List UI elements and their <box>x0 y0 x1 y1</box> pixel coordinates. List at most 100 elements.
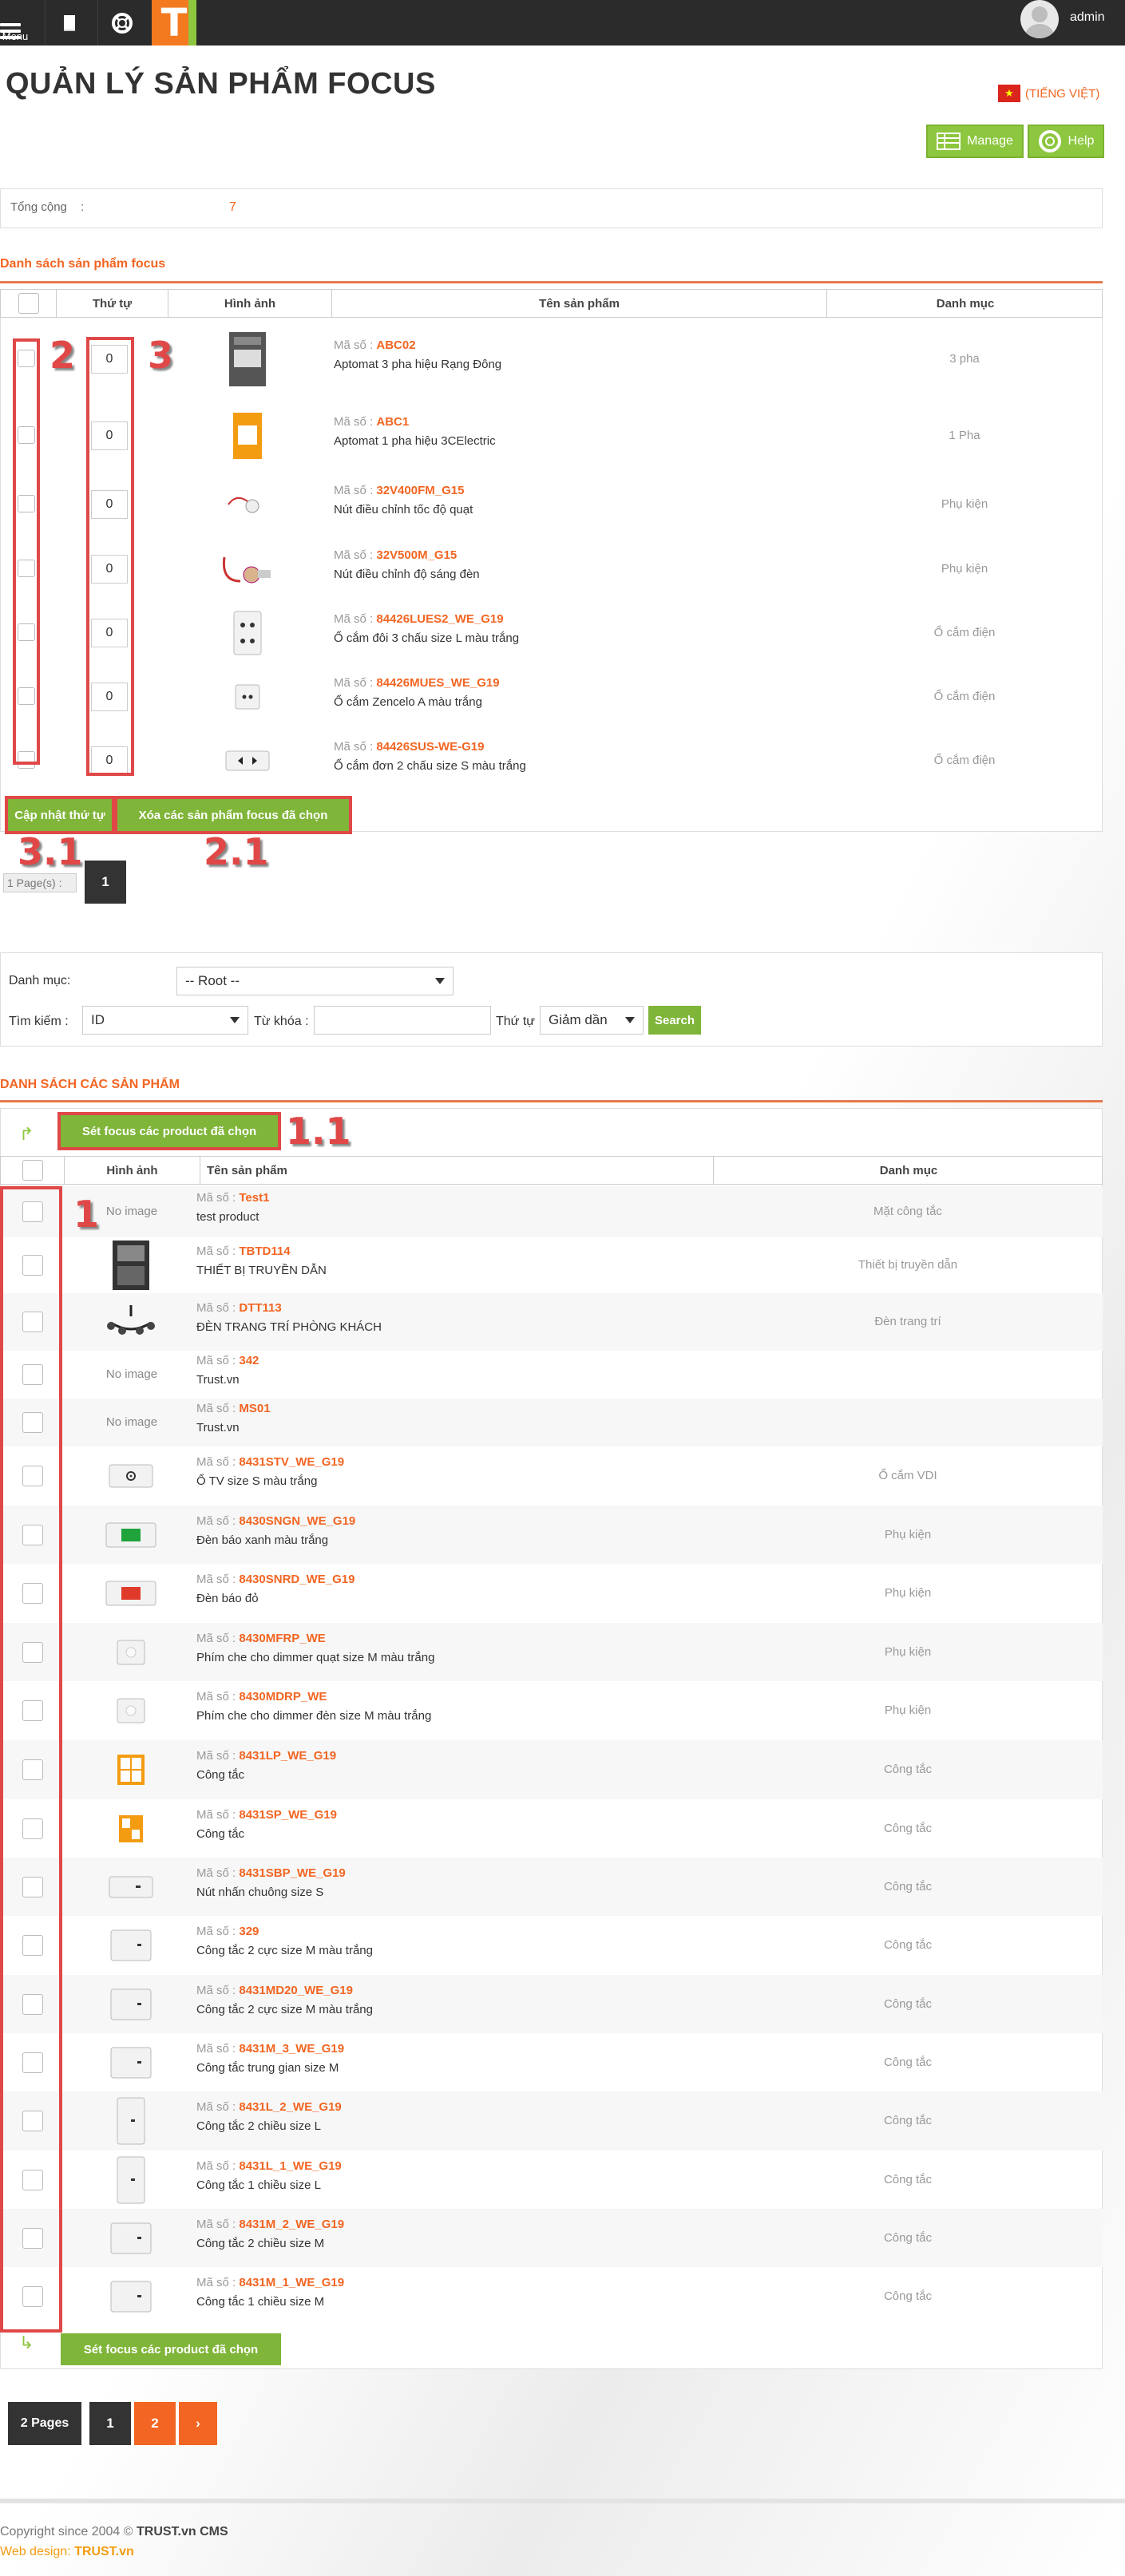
product-name: Nút điều chỉnh tốc độ quạt <box>334 503 473 516</box>
product-name: Aptomat 1 pha hiệu 3CElectric <box>334 434 496 448</box>
set-focus-button-bottom[interactable]: Sét focus các product đã chọn <box>61 2333 281 2365</box>
product-code-link[interactable]: 8431SP_WE_G19 <box>239 1808 337 1822</box>
product-code-link[interactable]: 32V400FM_G15 <box>376 484 464 497</box>
avatar[interactable] <box>1020 0 1059 38</box>
product-name: Nút điều chỉnh độ sáng đèn <box>334 568 480 581</box>
product-name: Ổ cắm đôi 3 chấu size L màu trắng <box>334 631 520 645</box>
page-2-button[interactable]: 2 <box>134 2402 176 2445</box>
product-name: Công tắc trung gian size M <box>196 2060 339 2075</box>
menu-button[interactable]: Menu <box>0 0 35 46</box>
order-select[interactable]: Giảm dần <box>540 1006 644 1035</box>
code-prefix: Mã số : <box>196 2217 236 2231</box>
focus-pages-label: 1 Page(s) : <box>3 873 77 892</box>
username[interactable]: admin <box>1070 10 1105 25</box>
col-category: Danh mục <box>936 296 995 311</box>
product-name: Nút nhấn chuông size S <box>196 1885 324 1899</box>
next-page-button[interactable]: › <box>179 2402 217 2445</box>
search-label: Tìm kiếm : <box>9 1015 69 1028</box>
product-name: Công tắc 2 chiều size L <box>196 2119 321 2133</box>
category-select[interactable]: -- Root -- <box>176 967 454 995</box>
search-button[interactable]: Search <box>648 1006 701 1035</box>
product-name: Ổ cắm Zencelo A màu trắng <box>334 695 482 709</box>
annotation-box-2-1 <box>114 796 352 834</box>
tall-switch-icon <box>99 2095 163 2147</box>
no-image-placeholder: No image <box>105 1367 158 1381</box>
product-code-link[interactable]: 8431L_2_WE_G19 <box>239 2100 341 2114</box>
product-category: Công tắc <box>883 2114 933 2127</box>
breaker-1-pole-icon <box>216 410 279 461</box>
product-code-link[interactable]: 8430SNRD_WE_G19 <box>239 1573 355 1586</box>
product-code-link[interactable]: 8430MFRP_WE <box>239 1632 325 1645</box>
code-prefix: Mã số : <box>196 2041 236 2056</box>
language-selector[interactable]: ★ (TIẾNG VIỆT) <box>998 85 1099 102</box>
product-name: Trust.vn <box>196 1421 240 1434</box>
product-code-link[interactable]: 84426SUS-WE-G19 <box>376 740 484 754</box>
product-code-link[interactable]: 8430MDRP_WE <box>239 1690 327 1703</box>
product-code-link[interactable]: 8431LP_WE_G19 <box>239 1749 336 1763</box>
book-icon[interactable] <box>45 0 93 46</box>
product-code-link[interactable]: Test1 <box>239 1191 269 1205</box>
product-code-link[interactable]: ABC1 <box>376 415 409 429</box>
code-prefix: Mã số : <box>196 1690 236 1703</box>
product-code-link[interactable]: ABC02 <box>376 338 415 352</box>
product-name: Công tắc 2 chiều size M <box>196 2236 325 2250</box>
product-code-link[interactable]: MS01 <box>239 1402 270 1415</box>
product-name: Công tắc 1 chiều size M <box>196 2295 325 2309</box>
web-design-text: Web design: TRUST.vn <box>0 2545 134 2559</box>
chevron-down-icon <box>230 1017 240 1023</box>
lifebuoy-icon[interactable] <box>97 0 145 46</box>
product-code-link[interactable]: 84426LUES2_WE_G19 <box>376 612 503 626</box>
keyword-label: Từ khóa : <box>254 1015 309 1028</box>
code-prefix: Mã số : <box>196 1354 236 1367</box>
product-code-link[interactable]: 8431SBP_WE_G19 <box>239 1866 345 1880</box>
product-code-link[interactable]: DTT113 <box>239 1301 281 1315</box>
annotation-2: 2 <box>50 334 76 377</box>
product-name: Aptomat 3 pha hiệu Rạng Đông <box>334 358 502 371</box>
product-code-link[interactable]: 8431M_2_WE_G19 <box>239 2218 344 2231</box>
copyright-text: Copyright since 2004 © TRUST.vn CMS <box>0 2525 228 2539</box>
product-code-link[interactable]: 8431L_1_WE_G19 <box>239 2159 341 2173</box>
product-code-link[interactable]: 8431M_3_WE_G19 <box>239 2042 344 2056</box>
product-code-link[interactable]: 8431M_1_WE_G19 <box>239 2276 344 2289</box>
code-prefix: Mã số : <box>196 1925 236 1938</box>
product-name: Công tắc <box>196 1768 245 1782</box>
product-code-link[interactable]: 342 <box>239 1354 259 1367</box>
manage-button[interactable]: Manage <box>926 125 1024 158</box>
product-code-link[interactable]: 8430SNGN_WE_G19 <box>239 1514 355 1528</box>
code-prefix: Mã số : <box>196 2159 236 2173</box>
annotation-box-3 <box>86 337 134 776</box>
product-name: Công tắc 2 cực size M màu trắng <box>196 1944 373 1957</box>
code-prefix: Mã số : <box>196 1301 236 1315</box>
col-image: Hình ảnh <box>168 290 332 317</box>
code-prefix: Mã số : <box>334 676 374 690</box>
orange-switch-icon <box>99 1744 163 1795</box>
select-all-focus-checkbox[interactable] <box>18 293 39 314</box>
product-category: Công tắc <box>883 1763 933 1776</box>
products-section-title: DANH SÁCH CÁC SẢN PHẨM <box>0 1078 180 1091</box>
product-code-link[interactable]: TBTD114 <box>239 1244 290 1258</box>
switch-icon <box>99 1979 163 2030</box>
product-code-link[interactable]: 8431STV_WE_G19 <box>239 1455 344 1469</box>
corner-arrow-icon: ↳ <box>19 2333 34 2352</box>
design-brand[interactable]: TRUST.vn <box>74 2545 134 2558</box>
page-1-button[interactable]: 1 <box>89 2402 131 2445</box>
select-all-products-checkbox[interactable] <box>22 1160 43 1181</box>
code-prefix: Mã số : <box>334 338 374 352</box>
help-button[interactable]: Help <box>1028 125 1104 158</box>
code-prefix: Mã số : <box>334 740 374 754</box>
design-prefix: Web design: <box>0 2545 71 2558</box>
search-field-select[interactable]: ID <box>82 1006 248 1035</box>
red-indicator-icon <box>99 1568 163 1619</box>
product-name: Ổ cắm đơn 2 chấu size S màu trắng <box>334 759 526 773</box>
keyword-input[interactable] <box>314 1006 491 1035</box>
chevron-down-icon <box>625 1017 635 1023</box>
product-code-link[interactable]: 32V500M_G15 <box>376 548 457 562</box>
product-code-link[interactable]: 84426MUES_WE_G19 <box>376 676 499 690</box>
product-category: Công tắc <box>883 2289 933 2303</box>
logo[interactable]: T <box>152 0 196 46</box>
product-code-link[interactable]: 329 <box>239 1925 259 1938</box>
product-code-link[interactable]: 8431MD20_WE_G19 <box>239 1984 353 1997</box>
focus-page-1[interactable]: 1 <box>85 861 126 904</box>
logo-letter: T <box>160 0 188 46</box>
product-name: Trust.vn <box>196 1373 240 1387</box>
